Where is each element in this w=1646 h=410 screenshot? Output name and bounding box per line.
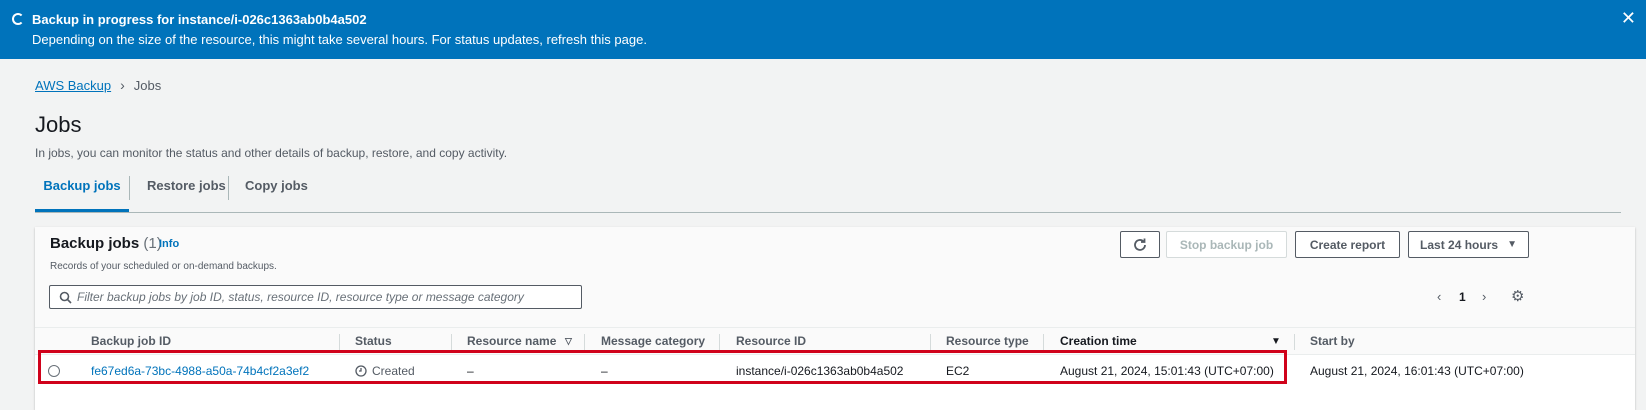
column-divider (1043, 334, 1044, 350)
column-divider (1294, 334, 1295, 350)
column-backup-job-id[interactable]: Backup job ID (91, 334, 171, 348)
backup-progress-banner: Backup in progress for instance/i-026c13… (0, 0, 1646, 59)
search-box (49, 285, 582, 309)
tab-copy-jobs[interactable]: Copy jobs (245, 178, 308, 212)
column-resource-id[interactable]: Resource ID (736, 334, 806, 348)
column-resource-type[interactable]: Resource type (946, 334, 1029, 348)
sort-descending-icon[interactable]: ▼ (1271, 336, 1281, 347)
panel-title-text: Backup jobs (50, 235, 140, 252)
column-divider (930, 334, 931, 350)
tab-divider (129, 176, 130, 200)
time-range-dropdown[interactable]: Last 24 hours ▼ (1408, 231, 1529, 258)
start-by-cell: August 21, 2024, 16:01:43 (UTC+07:00) (1310, 364, 1524, 378)
close-icon[interactable]: ✕ (1621, 9, 1636, 27)
panel-description: Records of your scheduled or on-demand b… (50, 261, 277, 272)
stop-backup-job-button[interactable]: Stop backup job (1166, 231, 1287, 258)
column-message-category[interactable]: Message category (601, 334, 705, 348)
tab-backup-jobs[interactable]: Backup jobs (35, 178, 129, 212)
banner-message: Depending on the size of the resource, t… (32, 32, 647, 47)
column-start-by[interactable]: Start by (1310, 334, 1355, 348)
tab-divider (228, 176, 229, 200)
settings-gear-icon[interactable]: ⚙ (1511, 287, 1524, 305)
breadcrumb-jobs: Jobs (133, 77, 162, 93)
page-description: In jobs, you can monitor the status and … (35, 146, 508, 160)
tab-bar: Backup jobs Restore jobs Copy jobs (35, 168, 1621, 213)
search-icon (59, 291, 72, 304)
next-page-icon[interactable]: › (1482, 289, 1486, 304)
caret-down-icon: ▼ (1507, 239, 1517, 250)
create-report-button[interactable]: Create report (1295, 231, 1400, 258)
tab-restore-jobs[interactable]: Restore jobs (147, 178, 226, 212)
column-divider (719, 334, 720, 350)
breadcrumb: AWS Backup › Jobs (35, 77, 161, 93)
chevron-right-icon: › (120, 77, 125, 93)
previous-page-icon[interactable]: ‹ (1437, 289, 1441, 304)
filter-caret-icon[interactable]: ▽ (565, 336, 572, 347)
column-status[interactable]: Status (355, 334, 392, 348)
search-input[interactable] (77, 287, 577, 307)
breadcrumb-aws-backup[interactable]: AWS Backup (35, 78, 111, 93)
page-number[interactable]: 1 (1459, 290, 1466, 304)
panel-title: Backup jobs (1) (50, 235, 162, 252)
spinner-icon (12, 13, 24, 25)
time-range-label: Last 24 hours (1420, 237, 1499, 252)
column-resource-name[interactable]: Resource name (467, 334, 556, 348)
backup-jobs-panel: Backup jobs (1) Info Records of your sch… (35, 227, 1635, 410)
info-link[interactable]: Info (159, 238, 179, 250)
column-creation-time[interactable]: Creation time (1060, 334, 1137, 348)
banner-title: Backup in progress for instance/i-026c13… (32, 12, 367, 27)
refresh-icon (1134, 238, 1146, 251)
row-highlight-box (38, 350, 1287, 384)
refresh-button[interactable] (1120, 231, 1160, 258)
page-title: Jobs (35, 112, 82, 137)
column-divider (451, 334, 452, 350)
column-divider (339, 334, 340, 350)
column-divider (584, 334, 585, 350)
